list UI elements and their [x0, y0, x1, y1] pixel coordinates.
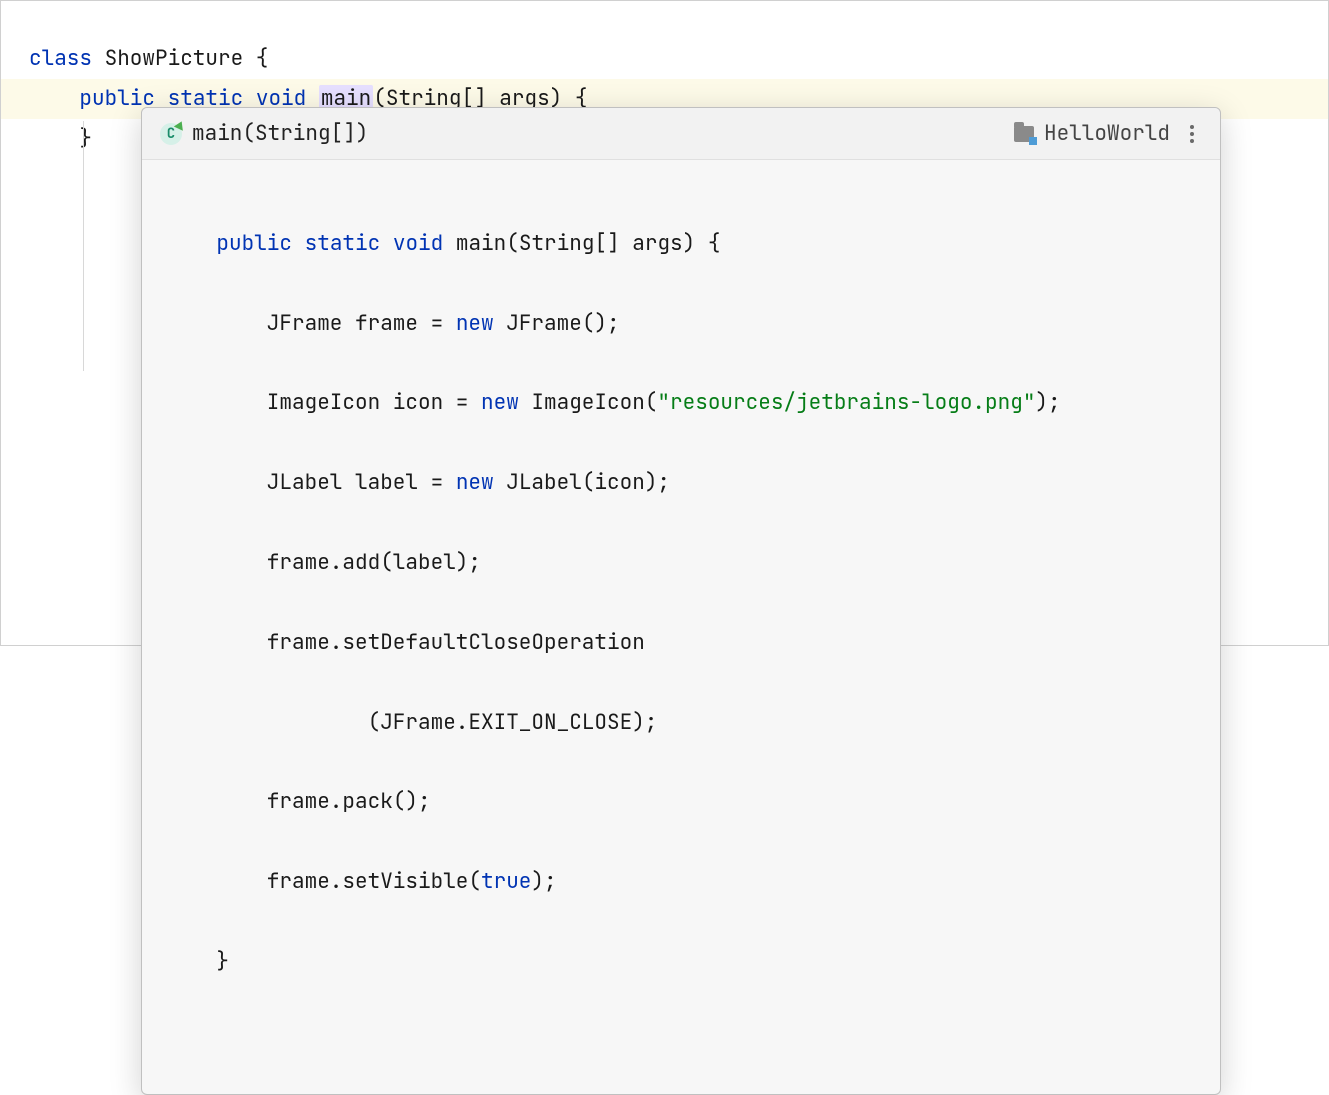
- class-run-icon: C: [160, 123, 182, 145]
- popup-code-line: (JFrame.EXIT_ON_CLOSE);: [166, 703, 1196, 743]
- popup-code-line: frame.setDefaultCloseOperation: [166, 623, 1196, 663]
- code-editor[interactable]: class ShowPicture { public static void m…: [1, 1, 1328, 645]
- popup-code-line: frame.setVisible(true);: [166, 862, 1196, 902]
- project-folder-icon: [1014, 126, 1034, 142]
- popup-code-line: frame.add(label);: [166, 543, 1196, 583]
- popup-header: C main(String[]) HelloWorld: [142, 108, 1220, 160]
- popup-title: main(String[]): [192, 120, 1014, 147]
- popup-code-line: }: [166, 942, 1196, 982]
- popup-header-right: HelloWorld: [1014, 120, 1204, 147]
- popup-code-line: public static void main(String[] args) {: [166, 224, 1196, 264]
- popup-code-line: ImageIcon icon = new ImageIcon("resource…: [166, 383, 1196, 423]
- keyword-class: class: [29, 45, 92, 72]
- indent-guide: [83, 121, 84, 371]
- indent: [29, 85, 79, 112]
- more-options-icon[interactable]: [1180, 121, 1204, 147]
- popup-code-line: JLabel label = new JLabel(icon);: [166, 463, 1196, 503]
- popup-code-line: JFrame frame = new JFrame();: [166, 304, 1196, 344]
- quick-definition-popup: C main(String[]) HelloWorld public stati…: [141, 107, 1221, 1095]
- code-line[interactable]: class ShowPicture {: [1, 39, 1328, 79]
- code-text: ShowPicture {: [92, 45, 268, 72]
- popup-body[interactable]: public static void main(String[] args) {…: [142, 160, 1220, 1094]
- project-name: HelloWorld: [1044, 120, 1170, 147]
- popup-code-line: frame.pack();: [166, 782, 1196, 822]
